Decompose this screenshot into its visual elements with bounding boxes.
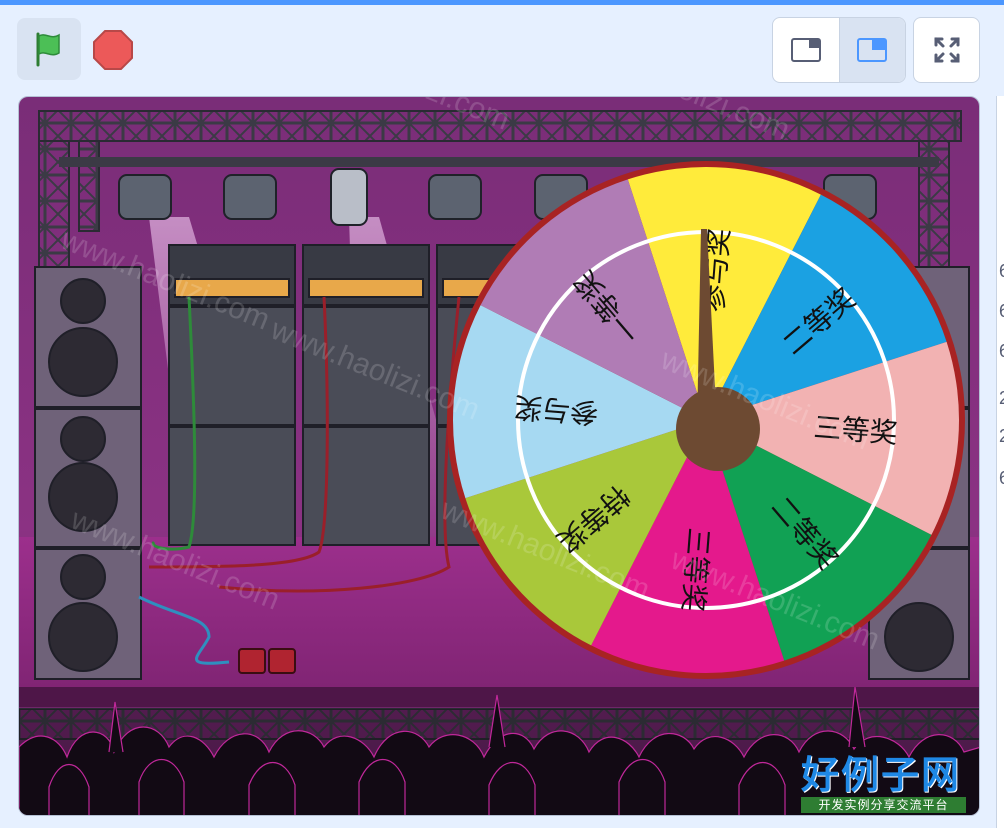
small-stage-button[interactable] <box>773 18 839 82</box>
right-panel-text: 6 <box>999 301 1004 322</box>
normal-stage-button[interactable] <box>838 18 905 82</box>
speaker-stack-left <box>34 266 142 680</box>
top-accent-bar <box>0 0 1004 5</box>
stage-size-toggle <box>772 17 906 83</box>
fullscreen-icon <box>934 37 959 63</box>
right-panel-text: 2 <box>999 426 1004 447</box>
green-flag-button[interactable] <box>17 18 81 80</box>
logo-title: 好例子网 <box>801 753 962 797</box>
right-panel-text: 6 <box>999 468 1004 489</box>
wheel-segment-label: 参与奖 <box>513 390 599 429</box>
stop-button[interactable] <box>90 27 136 73</box>
site-logo: 好例子网 开发实例分享交流平台 <box>801 753 971 815</box>
small-stage-icon <box>790 38 821 62</box>
right-panel-text: 2 <box>999 388 1004 409</box>
fullscreen-button[interactable] <box>913 17 980 83</box>
normal-stage-icon <box>857 38 888 62</box>
right-panel-text: 6 <box>999 341 1004 362</box>
right-panel-text: 6 <box>999 261 1004 282</box>
prize-wheel[interactable]: 参与奖二等奖三等奖二等奖三等奖特等奖参与奖一等奖 <box>447 161 965 679</box>
logo-subtitle: 开发实例分享交流平台 <box>801 797 966 813</box>
green-flag-icon <box>36 32 60 67</box>
stop-icon <box>93 30 133 70</box>
stage-canvas[interactable]: 参与奖 二等奖 三等奖 二等奖 三等奖 特等奖 参与奖 一等奖 www.haolizi.com… <box>18 96 980 816</box>
right-panel-edge: 6 6 6 2 2 6 <box>996 96 1004 828</box>
